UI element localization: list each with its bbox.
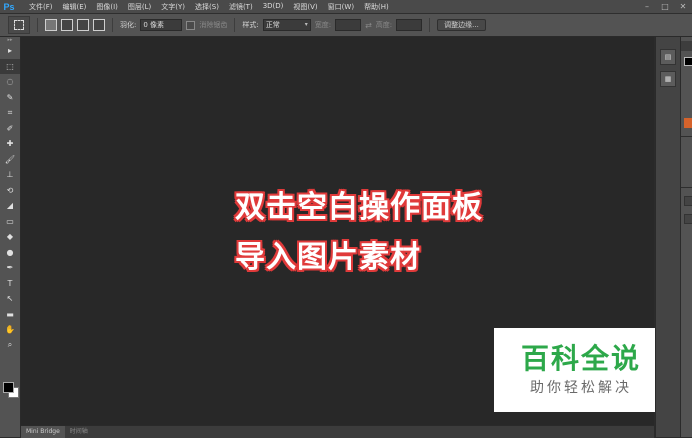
minimize-button[interactable]: – [638, 0, 656, 13]
properties-panel-icon[interactable]: ▦ [660, 71, 676, 87]
separator [429, 18, 431, 32]
eraser-tool-icon[interactable]: ◢ [0, 198, 20, 214]
separator [234, 18, 236, 32]
hand-tool-icon[interactable]: ✋ [0, 322, 20, 338]
collapsed-panel-strip: ▤ ▦ [655, 37, 680, 437]
menu-window[interactable]: 窗口(W) [323, 2, 359, 12]
close-button[interactable]: ✕ [674, 0, 692, 13]
menu-filter[interactable]: 滤镜(T) [224, 2, 258, 12]
watermark-subtitle: 助你轻松解决 [530, 380, 632, 396]
quick-select-tool-icon[interactable]: ✎ [0, 90, 20, 106]
style-select[interactable]: 正常 [262, 19, 311, 31]
photoshop-logo: Ps [3, 1, 15, 12]
menu-edit[interactable]: 编辑(E) [58, 2, 92, 12]
watermark-title: 百科全说 [520, 342, 641, 375]
antialias-checkbox[interactable] [186, 20, 196, 30]
lasso-tool-icon[interactable]: ◌ [0, 74, 20, 90]
swap-icon[interactable]: ⇄ [365, 21, 372, 30]
height-input[interactable] [396, 19, 423, 31]
height-label: 高度: [375, 21, 393, 29]
add-selection-button[interactable] [61, 19, 73, 31]
width-input[interactable] [335, 19, 362, 31]
tab-timeline[interactable]: 时间轴 [65, 426, 93, 438]
color-panel-tab[interactable] [681, 41, 692, 51]
eyedropper-tool-icon[interactable]: ✐ [0, 121, 20, 137]
layers-option-icon[interactable] [684, 214, 692, 224]
dodge-tool-icon[interactable]: ● [0, 245, 20, 261]
subtract-selection-button[interactable] [77, 19, 89, 31]
blur-tool-icon[interactable]: ◆ [0, 229, 20, 245]
history-panel-icon[interactable]: ▤ [660, 49, 676, 65]
marquee-tool-icon[interactable]: ⬚ [0, 58, 20, 74]
menu-help[interactable]: 帮助(H) [359, 2, 394, 12]
caption-line-2: 导入图片素材 [235, 240, 421, 275]
caption-line-1: 双击空白操作面板 [235, 190, 483, 225]
type-tool-icon[interactable]: T [0, 276, 20, 292]
window-controls: – □ ✕ [638, 0, 692, 13]
menu-3d[interactable]: 3D(D) [258, 2, 289, 12]
crop-tool-icon[interactable]: ⌗ [0, 105, 20, 121]
path-select-tool-icon[interactable]: ↖ [0, 291, 20, 307]
toolbox: ▸▸ ▸ ⬚ ◌ ✎ ⌗ ✐ ✚ 🖌 ⊥ ⟲ ◢ ▭ ◆ ● ✒ T ↖ ▬ ✋… [0, 37, 21, 437]
layers-panel-icon[interactable] [684, 196, 692, 206]
bottom-panel-bar: Mini Bridge 时间轴 [21, 425, 654, 438]
menu-view[interactable]: 视图(V) [288, 2, 322, 12]
right-panel-dock [680, 37, 692, 437]
feather-label: 羽化: [120, 21, 137, 29]
feather-input[interactable]: 0 像素 [140, 19, 183, 31]
separator [681, 187, 692, 188]
separator [37, 18, 38, 32]
tab-mini-bridge[interactable]: Mini Bridge [21, 426, 65, 438]
foreground-color-swatch[interactable] [3, 382, 14, 393]
new-selection-button[interactable] [45, 19, 57, 31]
maximize-button[interactable]: □ [656, 0, 674, 13]
width-label: 宽度: [314, 21, 332, 29]
marquee-icon [14, 20, 24, 30]
separator [112, 18, 113, 32]
history-brush-tool-icon[interactable]: ⟲ [0, 183, 20, 199]
menu-select[interactable]: 选择(S) [190, 2, 224, 12]
menu-file[interactable]: 文件(F) [24, 2, 58, 12]
brush-tool-icon[interactable]: 🖌 [0, 152, 20, 168]
menu-items: 文件(F) 编辑(E) 图像(I) 图层(L) 文字(Y) 选择(S) 滤镜(T… [24, 2, 394, 12]
gradient-tool-icon[interactable]: ▭ [0, 214, 20, 230]
refine-edge-button[interactable]: 调整边缘... [437, 19, 486, 31]
zoom-tool-icon[interactable]: ⌕ [0, 338, 20, 354]
watermark-logo: 百科全说 助你轻松解决 [494, 328, 668, 412]
shape-tool-icon[interactable]: ▬ [0, 307, 20, 323]
menu-image[interactable]: 图像(I) [91, 2, 123, 12]
pen-tool-icon[interactable]: ✒ [0, 260, 20, 276]
menu-type[interactable]: 文字(Y) [156, 2, 190, 12]
healing-tool-icon[interactable]: ✚ [0, 136, 20, 152]
separator [681, 136, 692, 137]
panel-color-swatch[interactable] [684, 57, 692, 66]
menu-bar: Ps 文件(F) 编辑(E) 图像(I) 图层(L) 文字(Y) 选择(S) 滤… [0, 0, 692, 14]
options-bar: 羽化: 0 像素 消除锯齿 样式: 正常 宽度: ⇄ 高度: 调整边缘... [0, 14, 692, 37]
antialias-label: 消除锯齿 [199, 21, 228, 29]
intersect-selection-button[interactable] [93, 19, 105, 31]
stamp-tool-icon[interactable]: ⊥ [0, 167, 20, 183]
style-label: 样式: [242, 21, 259, 29]
tool-preset-picker[interactable] [8, 16, 30, 34]
adjustments-accent-icon [684, 118, 692, 128]
menu-layer[interactable]: 图层(L) [123, 2, 156, 12]
move-tool-icon[interactable]: ▸ [0, 43, 20, 59]
